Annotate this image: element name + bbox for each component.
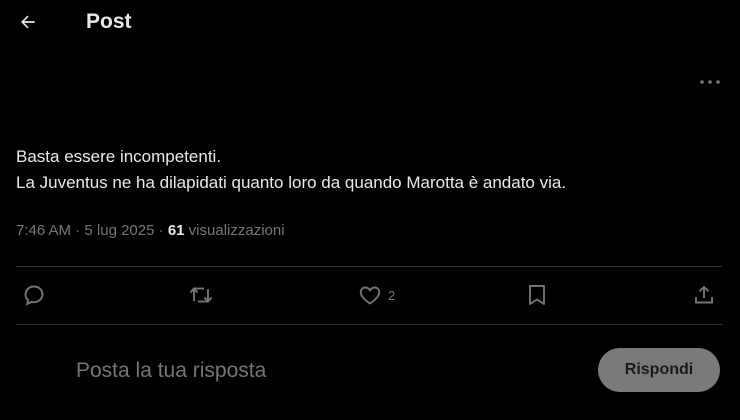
more-horizontal-icon bbox=[700, 80, 720, 84]
bookmark-icon bbox=[529, 285, 545, 305]
tweet-time[interactable]: 7:46 AM bbox=[16, 222, 71, 239]
reply-composer: Rispondi bbox=[0, 340, 740, 404]
meta-separator: · bbox=[158, 222, 164, 239]
reply-button[interactable] bbox=[22, 282, 46, 308]
bookmark-button[interactable] bbox=[526, 282, 548, 308]
tweet-meta: 7:46 AM · 5 lug 2025 · 61 visualizzazion… bbox=[16, 220, 285, 242]
reply-submit-button[interactable]: Rispondi bbox=[598, 348, 720, 392]
heart-icon bbox=[359, 286, 381, 305]
tweet-text: Basta essere incompetenti. La Juventus n… bbox=[16, 144, 728, 196]
views-count: 61 bbox=[167, 222, 185, 239]
action-bar: 2 bbox=[16, 266, 722, 324]
divider bbox=[16, 324, 722, 325]
tweet-text-line: Basta essere incompetenti. bbox=[16, 147, 222, 166]
share-icon bbox=[695, 285, 713, 304]
post-header: Post bbox=[0, 0, 740, 44]
share-button[interactable] bbox=[692, 282, 716, 308]
meta-separator: · bbox=[75, 222, 81, 239]
reply-input[interactable] bbox=[76, 354, 556, 388]
tweet-date[interactable]: 5 lug 2025 bbox=[84, 222, 154, 239]
tweet-text-line: La Juventus ne ha dilapidati quanto loro… bbox=[16, 173, 567, 192]
back-button[interactable] bbox=[14, 8, 42, 36]
arrow-left-icon bbox=[21, 15, 35, 29]
views-label: visualizzazioni bbox=[188, 222, 285, 239]
like-count: 2 bbox=[388, 287, 396, 303]
page-title: Post bbox=[86, 10, 132, 33]
repost-icon bbox=[189, 287, 213, 303]
like-button[interactable]: 2 bbox=[358, 282, 395, 308]
reply-icon bbox=[24, 285, 44, 306]
more-options-button[interactable] bbox=[696, 70, 724, 94]
repost-button[interactable] bbox=[188, 282, 214, 308]
